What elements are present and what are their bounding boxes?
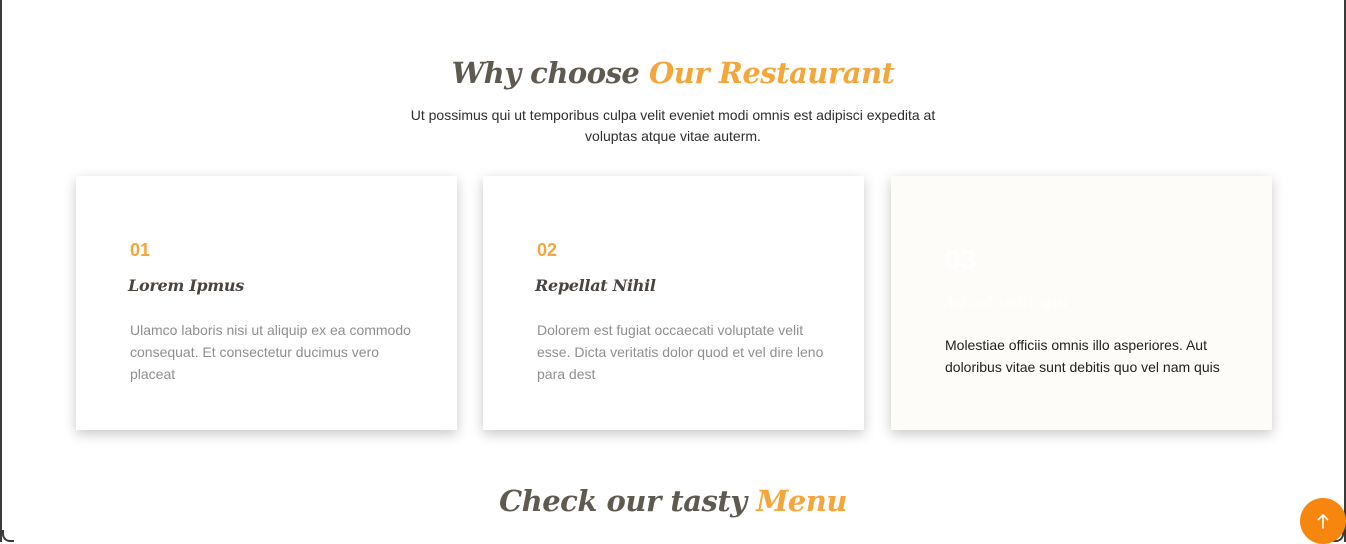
arrow-up-icon: [1317, 514, 1329, 529]
why-us-title: Why choose Our Restaurant: [0, 56, 1346, 90]
card-title: Lorem Ipmus: [128, 276, 244, 295]
card-number: 02: [537, 240, 558, 260]
card-number: 03: [945, 244, 977, 275]
card-title: Repellat Nihil: [535, 276, 656, 295]
feature-card-2: 02 Repellat Nihil Dolorem est fugiat occ…: [483, 176, 864, 430]
card-title: Ad ad velit qui: [943, 293, 1069, 312]
menu-title-accent: Menu: [756, 484, 847, 518]
feature-card-3: 03 Ad ad velit qui Molestiae officiis om…: [891, 176, 1272, 430]
card-text: Ulamco laboris nisi ut aliquip ex ea com…: [130, 322, 411, 382]
menu-title-prefix: Check our tasty: [499, 484, 747, 518]
frame-corner-left: [2, 530, 14, 542]
why-us-description: Ut possimus qui ut temporibus culpa veli…: [410, 107, 936, 144]
why-us-title-prefix: Why choose: [451, 56, 640, 90]
card-text: Molestiae officiis omnis illo asperiores…: [945, 337, 1220, 375]
card-text: Dolorem est fugiat occaecati voluptate v…: [537, 322, 824, 382]
feature-card-1: 01 Lorem Ipmus Ulamco laboris nisi ut al…: [76, 176, 457, 430]
back-to-top-button[interactable]: [1300, 498, 1346, 544]
why-us-title-accent: Our Restaurant: [649, 56, 895, 90]
menu-section-title: Check our tasty Menu: [0, 484, 1346, 518]
card-number: 01: [130, 240, 151, 260]
